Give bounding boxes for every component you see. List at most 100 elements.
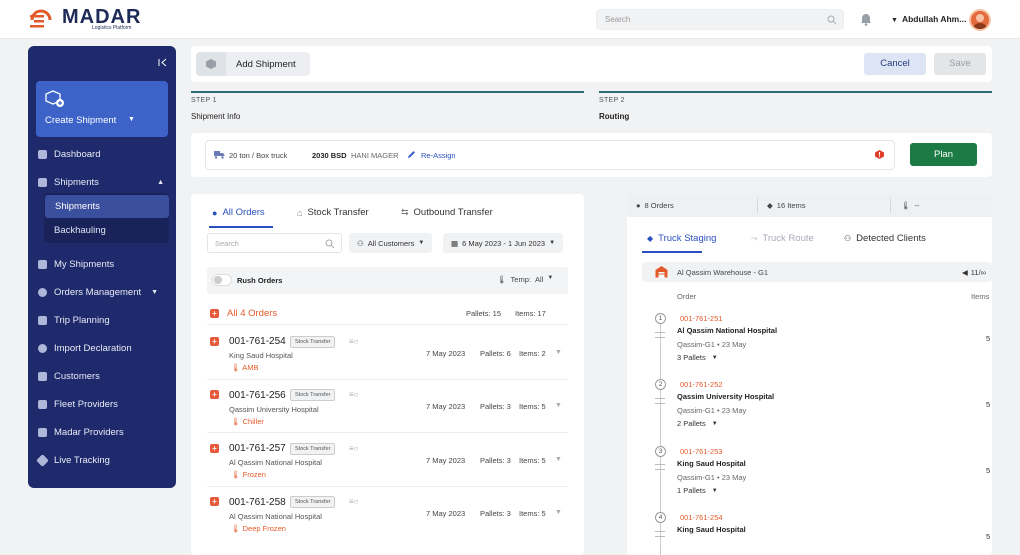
- order-checkbox[interactable]: +: [210, 390, 219, 399]
- nav-orders-management[interactable]: Orders Management ▼: [38, 281, 158, 303]
- divider: [890, 198, 891, 213]
- chevron-down-icon[interactable]: ▼: [555, 349, 562, 356]
- details-icon[interactable]: ≡○: [349, 337, 359, 346]
- trip-icon: [38, 315, 47, 325]
- order-temp: 🌡 Chiller: [231, 417, 264, 426]
- step-1-name[interactable]: Shipment Info: [191, 112, 240, 121]
- nav-fleet-providers[interactable]: Fleet Providers: [38, 393, 118, 415]
- nav-madar-providers[interactable]: Madar Providers: [38, 421, 124, 443]
- cube-plus-icon: [45, 90, 64, 107]
- users-icon: ⚇: [357, 238, 364, 248]
- tab-all-orders[interactable]: ● All Orders: [212, 207, 265, 218]
- stop-pallets[interactable]: 2 Pallets ▼: [677, 419, 718, 428]
- truck-type: 20 ton / Box truck: [229, 151, 288, 160]
- chevron-down-icon: ▼: [711, 420, 718, 427]
- collapse-sidebar-icon[interactable]: [158, 58, 167, 67]
- nav-trip-planning[interactable]: Trip Planning: [38, 309, 110, 331]
- details-icon[interactable]: ≡○: [349, 444, 359, 453]
- drag-handle-icon[interactable]: [655, 464, 665, 470]
- pallets-label: 2 Pallets: [677, 419, 706, 428]
- tab-detected-clients[interactable]: ⚇ Detected Clients: [844, 233, 926, 244]
- stop-items: 5: [986, 400, 991, 409]
- tab-stock-transfer[interactable]: ⌂ Stock Transfer: [297, 207, 369, 218]
- order-temp: 🌡 Frozen: [231, 470, 266, 479]
- date-range-filter[interactable]: ▦ 6 May 2023 - 1 Jun 2023 ▼: [443, 233, 564, 253]
- temp-filter[interactable]: 🌡 Temp: All ▼: [497, 275, 553, 284]
- order-date: 7 May 2023: [426, 402, 466, 411]
- tracking-icon: [36, 453, 49, 467]
- search-icon: [827, 15, 837, 25]
- nav-label: Live Tracking: [54, 454, 110, 466]
- route-icon: ⤳: [751, 233, 758, 243]
- order-checkbox[interactable]: +: [210, 497, 219, 506]
- submenu-label: Backhauling: [54, 225, 106, 236]
- submenu-shipments[interactable]: Shipments: [45, 195, 169, 218]
- order-date: 7 May 2023: [426, 456, 466, 465]
- tab-label: All Orders: [222, 207, 265, 218]
- nav-customers[interactable]: Customers: [38, 365, 100, 387]
- details-icon[interactable]: ≡○: [349, 390, 359, 399]
- clients-icon: ⚇: [844, 234, 852, 243]
- tab-truck-staging[interactable]: ◆ Truck Staging: [647, 233, 716, 244]
- plan-button[interactable]: Plan: [910, 143, 977, 166]
- stop-order-id: 001-761-253: [680, 447, 723, 456]
- stop-location: Qassim-G1 • 23 May: [677, 473, 747, 482]
- nav-import-declaration[interactable]: Import Declaration: [38, 337, 132, 359]
- drag-handle-icon[interactable]: [655, 332, 665, 338]
- order-date: 7 May 2023: [426, 509, 466, 518]
- order-items: Items: 2: [519, 349, 546, 358]
- search-icon: [325, 239, 335, 249]
- nav-live-tracking[interactable]: Live Tracking: [36, 449, 110, 471]
- reassign-link[interactable]: Re-Assign: [421, 151, 456, 160]
- order-pallets: Pallets: 3: [480, 456, 511, 465]
- avatar[interactable]: [969, 9, 991, 31]
- tab-outbound-transfer[interactable]: ⇆ Outbound Transfer: [401, 207, 493, 218]
- details-icon[interactable]: ≡○: [349, 497, 359, 506]
- order-items: Items: 5: [519, 456, 546, 465]
- user-menu[interactable]: ▼ Abdullah Ahm...: [891, 14, 966, 24]
- drag-handle-icon[interactable]: [655, 398, 665, 404]
- drag-handle-icon[interactable]: [655, 531, 665, 537]
- stop-hospital: Qassim University Hospital: [677, 392, 775, 401]
- col-order-header: Order: [677, 292, 697, 301]
- submenu-backhauling[interactable]: Backhauling: [54, 225, 106, 236]
- nav-label: Dashboard: [54, 148, 101, 160]
- tab-label: Truck Staging: [658, 233, 717, 244]
- orders-search-input[interactable]: Search: [207, 233, 342, 253]
- chevron-up-icon: ▲: [157, 178, 164, 186]
- order-checkbox[interactable]: +: [210, 444, 219, 453]
- nav-dashboard[interactable]: Dashboard: [38, 143, 100, 165]
- temp-label: Chiller: [242, 417, 264, 426]
- chevron-down-icon[interactable]: ▼: [555, 456, 562, 463]
- nav-shipments[interactable]: Shipments ▲: [38, 171, 164, 193]
- stop-location: Qassim-G1 • 23 May: [677, 406, 747, 415]
- tab-truck-route[interactable]: ⤳ Truck Route: [751, 233, 814, 244]
- chevron-down-icon[interactable]: ▼: [555, 402, 562, 409]
- bell-icon[interactable]: [860, 12, 872, 26]
- nav-label: Import Declaration: [54, 342, 132, 354]
- chevron-down-icon: ▼: [549, 240, 556, 246]
- madar-logo[interactable]: MADAR Logistics Platform: [28, 7, 141, 31]
- alert-icon[interactable]: [875, 150, 884, 159]
- pallets-label: 1 Pallets: [677, 486, 706, 495]
- step-2-name[interactable]: Routing: [599, 112, 629, 121]
- thermometer-icon: 🌡: [231, 417, 243, 426]
- create-shipment-button[interactable]: Create Shipment ▼: [36, 81, 168, 137]
- cancel-button[interactable]: Cancel: [864, 53, 926, 75]
- box-icon: [38, 177, 47, 187]
- chevron-down-icon[interactable]: ▼: [555, 509, 562, 516]
- select-all-checkbox[interactable]: +: [210, 309, 219, 318]
- stop-pallets[interactable]: 3 Pallets ▼: [677, 353, 718, 362]
- save-button[interactable]: Save: [934, 53, 986, 75]
- thermometer-icon: 🌡: [901, 201, 911, 210]
- items-count: ◆ 16 Items: [767, 201, 806, 210]
- global-search-input[interactable]: Search: [596, 9, 844, 30]
- temp-label: AMB: [242, 363, 259, 372]
- stop-pallets[interactable]: 1 Pallets ▼: [677, 486, 718, 495]
- nav-my-shipments[interactable]: My Shipments: [38, 253, 114, 275]
- customers-filter[interactable]: ⚇ All Customers ▼: [349, 233, 433, 253]
- temp-label: Deep Frozen: [242, 524, 286, 533]
- order-checkbox[interactable]: +: [210, 337, 219, 346]
- rush-orders-toggle[interactable]: [212, 274, 232, 286]
- capacity-value: 11/∞: [970, 268, 986, 277]
